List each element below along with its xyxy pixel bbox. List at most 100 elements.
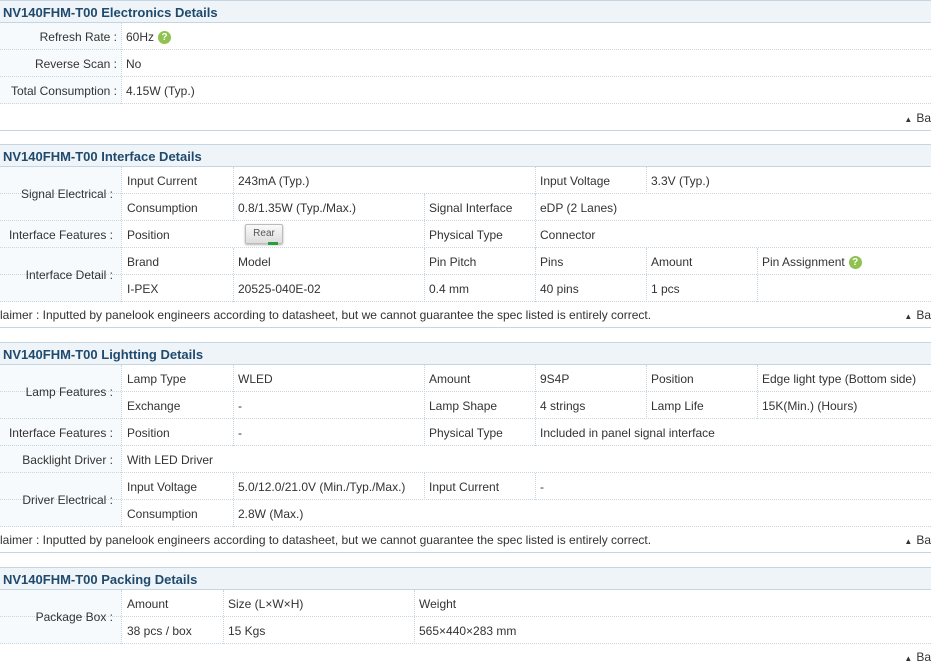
driver-consumption-value: 2.8W (Max.) xyxy=(238,507,304,521)
back-text: Ba xyxy=(916,650,931,664)
lamp-type-key: Lamp Type xyxy=(127,372,187,386)
driver-electrical-label: Driver Electrical : xyxy=(22,493,113,507)
total-consumption-value: 4.15W (Typ.) xyxy=(126,84,195,98)
signal-interface-value: eDP (2 Lanes) xyxy=(540,201,618,215)
refresh-rate-value: 60Hz? xyxy=(126,30,172,45)
lamp-features-label: Lamp Features : xyxy=(25,385,113,399)
divider xyxy=(414,590,415,644)
disclaimer-text: laimer : Inputted by panelook engineers … xyxy=(0,533,652,547)
lamp-life-key: Lamp Life xyxy=(651,399,704,413)
exchange-value: - xyxy=(238,399,242,413)
reverse-scan-row: Reverse Scan : No xyxy=(0,50,931,77)
driver-current-key: Input Current xyxy=(429,480,500,494)
up-arrow-icon: ▲ xyxy=(904,654,913,663)
amount-value: 1 pcs xyxy=(651,282,680,296)
model-value: 20525-040E-02 xyxy=(238,282,321,296)
interface-section-header: NV140FHM-T00 Interface Details xyxy=(0,144,931,167)
lighting-interface-label: Interface Features : xyxy=(8,426,113,440)
model-header: Model xyxy=(238,255,271,269)
up-arrow-icon: ▲ xyxy=(904,537,913,546)
up-arrow-icon: ▲ xyxy=(904,312,913,321)
packing-weight-value: 565×440×283 mm xyxy=(419,624,517,638)
electronics-title: NV140FHM-T00 Electronics Details xyxy=(3,5,218,20)
backlight-driver-value: With LED Driver xyxy=(127,453,214,467)
divider xyxy=(757,248,758,302)
lighting-physical-key: Physical Type xyxy=(429,426,503,440)
divider xyxy=(757,365,758,419)
brand-header: Brand xyxy=(127,255,160,269)
total-consumption-label: Total Consumption : xyxy=(10,84,117,98)
divider xyxy=(535,167,536,194)
interface-detail-label: Interface Detail : xyxy=(25,268,113,282)
divider xyxy=(424,194,425,248)
packing-size-value: 15 Kgs xyxy=(228,624,266,638)
lighting-position-key: Position xyxy=(127,426,170,440)
input-voltage-key: Input Voltage xyxy=(540,174,611,188)
signal-electrical-label: Signal Electrical : xyxy=(20,187,113,201)
driver-voltage-key: Input Voltage xyxy=(127,480,198,494)
packing-size-header: Size (L×W×H) xyxy=(228,597,304,611)
divider xyxy=(424,473,425,500)
position-key: Position xyxy=(127,228,170,242)
reverse-scan-label: Reverse Scan : xyxy=(34,57,117,71)
divider xyxy=(646,365,647,419)
connector-indicator xyxy=(268,242,278,245)
signal-interface-key: Signal Interface xyxy=(429,201,513,215)
lighting-position-value: - xyxy=(238,426,242,440)
lamp-type-value: WLED xyxy=(238,372,273,386)
packing-weight-header: Weight xyxy=(419,597,457,611)
divider xyxy=(424,248,425,302)
back-text: Ba xyxy=(916,533,931,547)
input-voltage-value: 3.3V (Typ.) xyxy=(651,174,710,188)
interface-features-label: Interface Features : xyxy=(8,228,113,242)
help-icon[interactable]: ? xyxy=(158,31,172,45)
lamp-shape-key: Lamp Shape xyxy=(429,399,498,413)
pin-pitch-value: 0.4 mm xyxy=(429,282,470,296)
packing-section-header: NV140FHM-T00 Packing Details xyxy=(0,567,931,590)
divider xyxy=(535,248,536,302)
pins-header: Pins xyxy=(540,255,564,269)
back-to-top-link[interactable]: ▲ Ba xyxy=(904,533,931,547)
lamp-amount-value: 9S4P xyxy=(540,372,570,386)
divider xyxy=(535,473,536,500)
lamp-position-value: Edge light type (Bottom side) xyxy=(762,372,917,386)
lighting-title: NV140FHM-T00 Lightting Details xyxy=(3,347,204,362)
lighting-physical-value: Included in panel signal interface xyxy=(540,426,715,440)
rear-position-button[interactable]: Rear xyxy=(245,224,283,244)
input-current-key: Input Current xyxy=(127,174,198,188)
section-divider xyxy=(0,552,931,553)
divider xyxy=(535,194,536,248)
backlight-driver-label: Backlight Driver : xyxy=(22,453,113,467)
amount-header: Amount xyxy=(651,255,693,269)
back-to-top-link[interactable]: ▲ Ba xyxy=(904,308,931,322)
consumption-value: 0.8/1.35W (Typ./Max.) xyxy=(238,201,357,215)
lamp-shape-value: 4 strings xyxy=(540,399,586,413)
refresh-rate-row: Refresh Rate : 60Hz? xyxy=(0,23,931,50)
brand-value: I-PEX xyxy=(127,282,159,296)
divider xyxy=(223,590,224,644)
packing-amount-header: Amount xyxy=(127,597,169,611)
total-consumption-row: Total Consumption : 4.15W (Typ.) xyxy=(0,77,931,104)
pin-assignment-text: Pin Assignment xyxy=(762,255,845,269)
pin-assignment-header: Pin Assignment? xyxy=(762,255,862,270)
back-to-top-link[interactable]: ▲ Ba xyxy=(904,111,931,125)
back-text: Ba xyxy=(916,308,931,322)
physical-type-value: Connector xyxy=(540,228,596,242)
divider xyxy=(535,365,536,446)
driver-consumption-key: Consumption xyxy=(127,507,198,521)
consumption-key: Consumption xyxy=(127,201,198,215)
lamp-life-value: 15K(Min.) (Hours) xyxy=(762,399,858,413)
driver-current-value: - xyxy=(540,480,544,494)
pin-pitch-header: Pin Pitch xyxy=(429,255,477,269)
back-to-top-link[interactable]: ▲ Ba xyxy=(904,650,931,664)
refresh-rate-text: 60Hz xyxy=(126,30,155,44)
section-divider xyxy=(0,130,931,131)
divider xyxy=(646,167,647,194)
electronics-section-header: NV140FHM-T00 Electronics Details xyxy=(0,0,931,23)
back-text: Ba xyxy=(916,111,931,125)
packing-amount-value: 38 pcs / box xyxy=(127,624,192,638)
help-icon[interactable]: ? xyxy=(848,256,862,270)
refresh-rate-label: Refresh Rate : xyxy=(39,30,117,44)
physical-type-key: Physical Type xyxy=(429,228,503,242)
pins-value: 40 pins xyxy=(540,282,579,296)
